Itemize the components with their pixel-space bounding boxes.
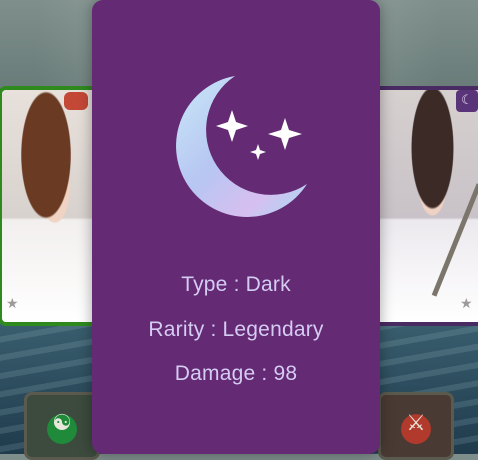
hair-bow xyxy=(64,92,88,110)
rarity-value: Legendary xyxy=(222,318,324,341)
crossed-swords-icon: ⚔ xyxy=(406,411,426,436)
damage-label: Damage xyxy=(174,362,256,385)
rarity-line: Rarity : Legendary xyxy=(92,318,380,342)
crossed-swords-button[interactable]: ⚔ xyxy=(378,392,454,460)
star-icon: ★ xyxy=(6,296,19,312)
nature-element-button[interactable]: ☯ xyxy=(24,392,100,460)
type-label: Type xyxy=(181,273,228,296)
type-line: Type : Dark xyxy=(92,273,380,297)
separator: : xyxy=(227,273,246,296)
separator: : xyxy=(204,318,223,341)
character-art-right xyxy=(372,90,478,322)
separator: : xyxy=(255,362,274,385)
damage-value: 98 xyxy=(273,362,298,385)
nature-element-icon: ☯ xyxy=(52,411,72,436)
crescent-moon-stars-icon xyxy=(165,72,315,222)
damage-line: Damage : 98 xyxy=(92,362,380,386)
type-value: Dark xyxy=(245,273,291,296)
rarity-label: Rarity xyxy=(148,318,205,341)
background-card-right[interactable]: ☾ ★ xyxy=(368,86,478,326)
star-icon: ★ xyxy=(460,296,473,312)
moon-icon: ☾ xyxy=(456,90,478,112)
